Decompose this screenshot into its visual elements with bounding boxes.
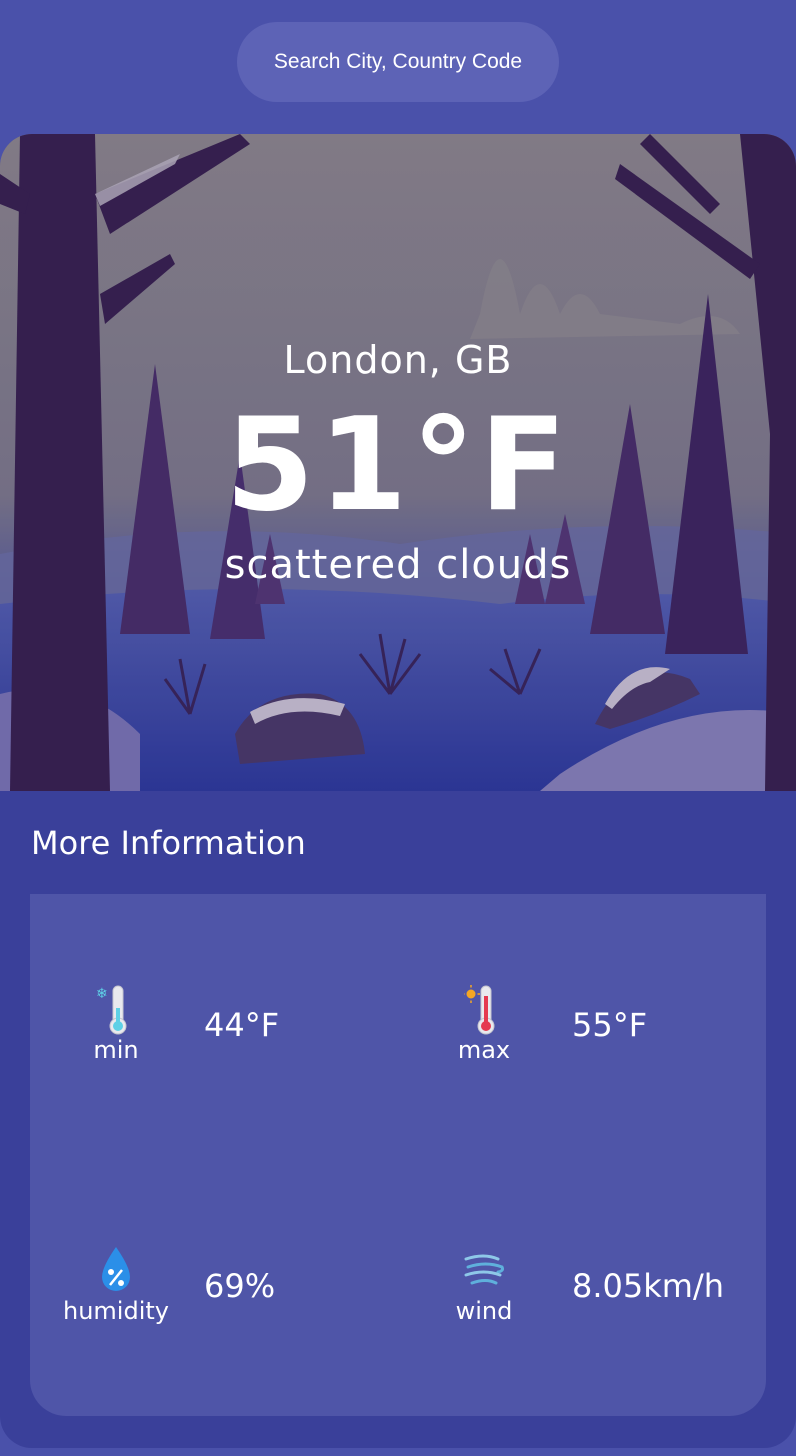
thermometer-hot-icon bbox=[464, 985, 495, 1035]
more-info-panel: ❄ min 44°F max 55°F humidity 69% wind 8.… bbox=[30, 894, 766, 1416]
humidity-drop-icon bbox=[102, 1247, 130, 1291]
search-input[interactable] bbox=[237, 22, 559, 102]
stat-humidity: humidity 69% bbox=[30, 1155, 398, 1416]
stat-value: 69% bbox=[204, 1267, 276, 1305]
stat-value: 55°F bbox=[572, 1006, 648, 1044]
thermometer-cold-icon: ❄ bbox=[96, 985, 127, 1035]
weather-description: scattered clouds bbox=[224, 542, 572, 588]
wind-icon bbox=[464, 1254, 504, 1285]
stat-value: 8.05km/h bbox=[572, 1267, 725, 1305]
stat-min: ❄ min 44°F bbox=[30, 894, 398, 1155]
location-name: London, GB bbox=[283, 338, 513, 382]
hero-banner: London, GB 51°F scattered clouds bbox=[0, 134, 796, 791]
more-info-heading: More Information bbox=[31, 824, 306, 862]
stat-value: 44°F bbox=[204, 1006, 280, 1044]
weather-card: London, GB 51°F scattered clouds More In… bbox=[0, 134, 796, 1448]
stat-label: wind bbox=[455, 1297, 513, 1325]
current-weather: London, GB 51°F scattered clouds bbox=[0, 134, 796, 791]
stat-max: max 55°F bbox=[398, 894, 766, 1155]
svg-text:❄: ❄ bbox=[96, 986, 108, 1002]
stat-wind: wind 8.05km/h bbox=[398, 1155, 766, 1416]
stat-label: humidity bbox=[63, 1297, 169, 1325]
current-temperature: 51°F bbox=[225, 391, 571, 540]
stat-label: min bbox=[93, 1036, 139, 1064]
stat-label: max bbox=[457, 1036, 511, 1064]
weather-app: London, GB 51°F scattered clouds More In… bbox=[0, 0, 796, 1456]
